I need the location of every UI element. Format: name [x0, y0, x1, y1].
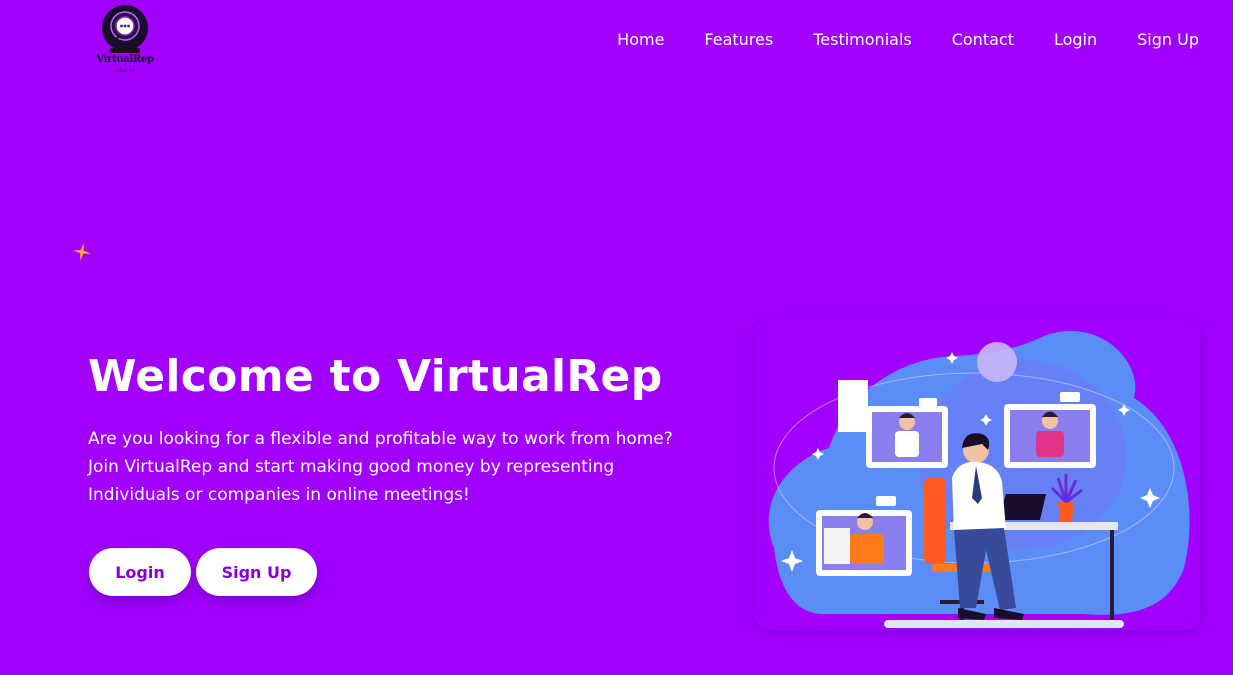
signup-button[interactable]: Sign Up: [196, 548, 317, 596]
main-nav: Home Features Testimonials Contact Login…: [617, 30, 1199, 50]
nav-testimonials[interactable]: Testimonials: [813, 30, 912, 50]
video-meeting-illustration: [754, 318, 1200, 630]
login-button[interactable]: Login: [89, 548, 191, 596]
sparkle-icon: [73, 243, 91, 261]
hero-description-line: Are you looking for a flexible and profi…: [88, 429, 673, 449]
logo[interactable]: VirtualRep virtual rep: [88, 4, 162, 78]
video-meeting-graphic: [768, 330, 1190, 628]
logo-wordmark: VirtualRep: [96, 54, 154, 65]
nav-home[interactable]: Home: [617, 30, 664, 50]
hero-description: Are you looking for a flexible and profi…: [88, 425, 728, 509]
nav-features[interactable]: Features: [704, 30, 773, 50]
nav-signup[interactable]: Sign Up: [1137, 30, 1199, 50]
logo-tagline: virtual rep: [114, 68, 136, 73]
landing-page: VirtualRep virtual rep Home Features Tes…: [0, 0, 1233, 675]
hero-description-line: Individuals or companies in online meeti…: [88, 485, 470, 505]
hero-title: Welcome to VirtualRep: [88, 351, 663, 402]
hero-description-line: Join VirtualRep and start making good mo…: [88, 457, 615, 477]
nav-contact[interactable]: Contact: [952, 30, 1014, 50]
nav-login[interactable]: Login: [1054, 30, 1097, 50]
